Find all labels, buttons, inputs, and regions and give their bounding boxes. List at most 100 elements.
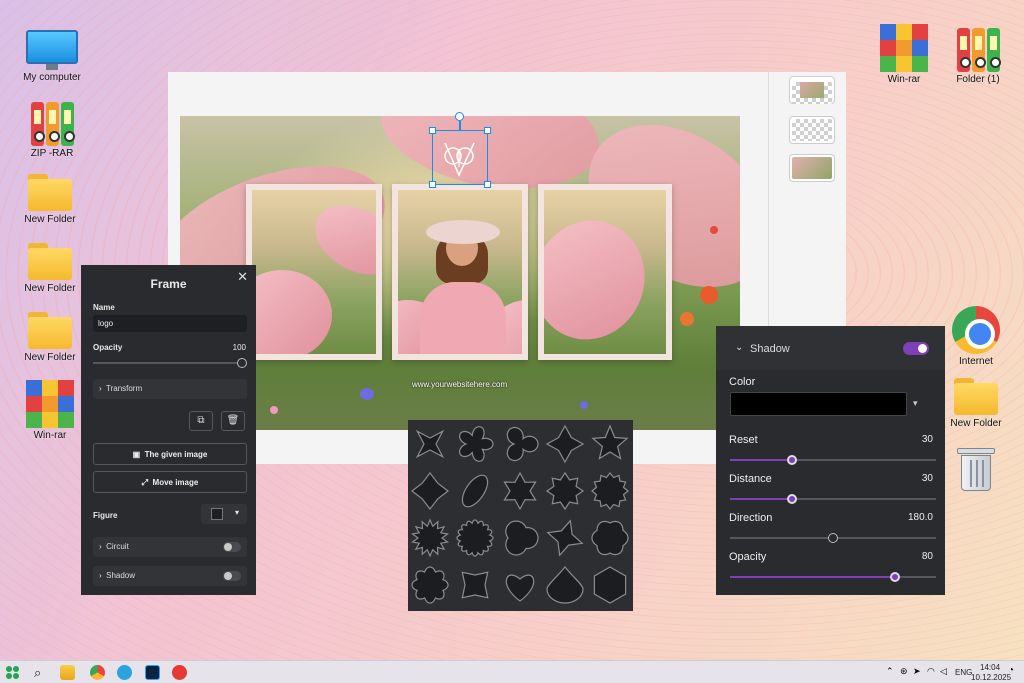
desktop-icon-winrar-right[interactable]: Win-rar (872, 24, 936, 85)
shadow-panel-title: Shadow (750, 343, 790, 355)
shape-heart[interactable] (505, 574, 535, 602)
shape-burst[interactable] (411, 518, 449, 558)
photo-frame-center[interactable] (392, 184, 528, 360)
photo-frame-right[interactable] (538, 184, 672, 360)
circuit-row[interactable]: › Circuit (93, 537, 247, 557)
shape-cog-blob[interactable] (411, 566, 449, 604)
shape-tri-lobe[interactable] (506, 426, 539, 462)
shape-pinwheel[interactable] (546, 519, 584, 557)
search-icon[interactable]: ⌕ (34, 665, 41, 681)
distance-slider-knob[interactable] (786, 494, 797, 504)
desktop-icon-my-computer[interactable]: My computer (20, 30, 84, 83)
shape-star-5[interactable] (591, 424, 629, 460)
distance-label: Distance (729, 473, 772, 485)
desktop-icon-winrar-left[interactable]: Win-rar (18, 380, 82, 441)
shadow-opacity-slider-knob[interactable] (889, 572, 900, 582)
reset-label: Reset (729, 434, 758, 446)
file-explorer-icon[interactable] (60, 665, 75, 680)
rotate-handle[interactable] (455, 112, 464, 121)
watermark-text[interactable]: www.yourwebsitehere.com (412, 380, 507, 389)
shape-hexagon[interactable] (593, 566, 627, 604)
reset-slider-knob[interactable] (786, 455, 797, 465)
monitor-icon (26, 30, 78, 70)
clock-time[interactable]: 14:04 (980, 663, 1000, 672)
transform-row[interactable]: › Transform (93, 379, 247, 399)
clock-date[interactable]: 10.12.2025 (971, 673, 1011, 682)
name-label: Name (93, 303, 115, 312)
thumbnail-2[interactable] (789, 116, 835, 144)
desktop-icon-internet[interactable]: Internet (944, 306, 1008, 367)
resize-handle-tr[interactable] (484, 127, 491, 134)
shadow-panel-header[interactable]: ⌄ Shadow (716, 326, 945, 370)
opacity-slider[interactable] (93, 358, 247, 368)
logo-icon (444, 142, 475, 177)
resize-handle-tl[interactable] (429, 127, 436, 134)
transform-label: Transform (105, 384, 143, 393)
thumbnail-1[interactable] (789, 76, 835, 104)
chevron-down-icon[interactable]: ▾ (913, 398, 918, 409)
start-icon[interactable] (6, 666, 19, 679)
given-image-button[interactable]: ▣ The given image (93, 443, 247, 465)
name-input[interactable]: logo (93, 315, 247, 332)
resize-handle-bl[interactable] (429, 181, 436, 188)
shadow-row[interactable]: › Shadow (93, 566, 247, 586)
notification-bell-icon[interactable]: ◔ (1008, 665, 1014, 676)
shadow-toggle[interactable] (223, 571, 241, 581)
network-icon[interactable]: ⊛ (900, 666, 908, 677)
distance-slider[interactable] (730, 494, 936, 504)
shadow-opacity-slider[interactable] (730, 572, 936, 582)
shadow-enable-toggle[interactable] (903, 342, 929, 355)
opacity-slider-knob[interactable] (237, 358, 247, 368)
figure-select[interactable]: ▾ (201, 504, 247, 524)
volume-icon[interactable]: ◁ (940, 666, 947, 677)
desktop-icon-recycle-bin[interactable] (944, 446, 1008, 492)
trash-icon: 🗑 (226, 415, 240, 426)
frame-panel: Frame ✕ Name logo Opacity 100 › Transfor… (81, 265, 256, 595)
shadow-label: Shadow (106, 571, 136, 580)
shape-star-8[interactable] (545, 471, 585, 511)
shape-cross-star[interactable] (545, 424, 585, 464)
shape-drop[interactable] (546, 566, 584, 604)
delete-button[interactable]: 🗑 (221, 411, 245, 431)
shape-scallop[interactable] (456, 519, 494, 557)
shape-swirl[interactable] (505, 520, 539, 556)
move-image-button[interactable]: ⤢ Move image (93, 471, 247, 493)
resize-handle-br[interactable] (484, 181, 491, 188)
photo-frame-left[interactable] (246, 184, 382, 360)
telegram-icon[interactable] (117, 665, 132, 680)
thumbnail-3[interactable] (789, 154, 835, 182)
winrar-icon (26, 380, 74, 428)
desktop-icon-zip-rar[interactable]: ZIP -RAR (20, 102, 84, 159)
shape-cross-x[interactable] (461, 571, 489, 599)
duplicate-button[interactable]: ⧉ (189, 411, 213, 431)
color-swatch[interactable] (730, 392, 907, 416)
direction-slider[interactable] (730, 533, 936, 543)
desktop-icon-new-folder-2[interactable]: New Folder (18, 241, 82, 294)
shape-diamond[interactable] (411, 472, 449, 510)
wifi-icon[interactable]: ◠ (927, 666, 935, 677)
shape-star-4[interactable] (415, 429, 445, 459)
shape-seal-12[interactable] (591, 472, 629, 510)
desktop-icon-new-folder-right[interactable]: New Folder (944, 376, 1008, 429)
language-indicator[interactable]: ENG (955, 668, 972, 677)
chevron-up-icon[interactable]: ⌃ (886, 666, 894, 677)
shape-ellipse-tilt[interactable] (461, 474, 489, 508)
chrome-taskbar-icon[interactable] (90, 665, 105, 680)
shape-star-6[interactable] (503, 471, 537, 511)
logo-selection-box[interactable] (429, 112, 491, 188)
desktop-icon-folder-1[interactable]: Folder (1) (946, 28, 1010, 85)
desktop-icon-new-folder-1[interactable]: New Folder (18, 172, 82, 225)
direction-slider-knob[interactable] (828, 533, 838, 543)
shape-flower-5[interactable] (458, 426, 494, 462)
shape-blob[interactable] (591, 520, 629, 556)
close-icon[interactable]: ✕ (237, 269, 248, 285)
chevron-right-icon: › (99, 384, 102, 393)
app-icon[interactable] (172, 665, 187, 680)
telegram-tray-icon[interactable]: ➤ (913, 666, 921, 677)
circuit-toggle[interactable] (223, 542, 241, 552)
desktop-icon-new-folder-3[interactable]: New Folder (18, 310, 82, 363)
reset-slider[interactable] (730, 455, 936, 465)
folder-icon (26, 310, 74, 350)
shadow-panel: ⌄ Shadow Color ▾ Reset 30 Distance 30 Di… (716, 326, 945, 595)
photoshop-icon[interactable] (145, 665, 160, 680)
